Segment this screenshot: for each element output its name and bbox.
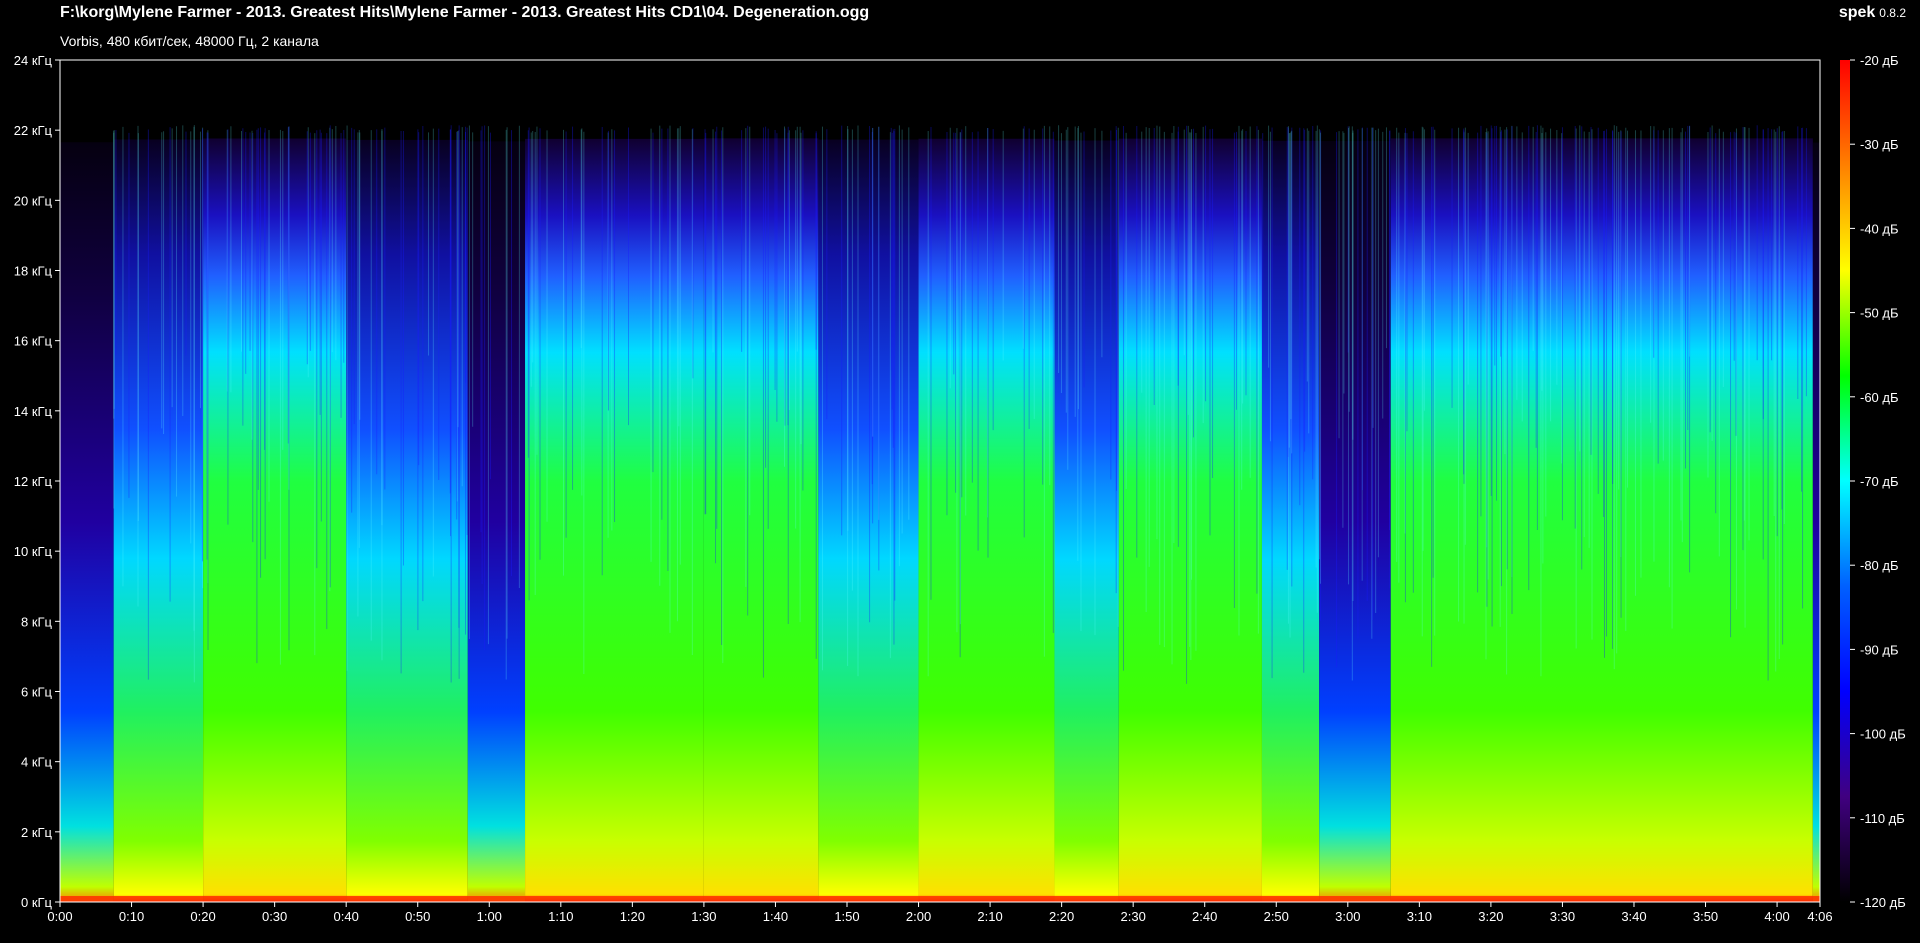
- db-tick-label: -100 дБ: [1860, 727, 1906, 742]
- db-tick-label: -40 дБ: [1860, 221, 1899, 236]
- db-color-bar: [1840, 60, 1850, 902]
- time-tick-label: 2:30: [1121, 909, 1146, 924]
- db-tick-label: -60 дБ: [1860, 390, 1899, 405]
- time-tick-label: 1:10: [548, 909, 573, 924]
- time-axis: 0:00 0:10 0:20 0:30 0:40 0:50 1:00 1:10 1:20 1:30…: [47, 902, 1833, 924]
- time-tick-label: 2:00: [906, 909, 931, 924]
- db-tick-label: -120 дБ: [1860, 895, 1906, 910]
- freq-tick-label: 6 кГц: [21, 685, 53, 700]
- time-tick-label: 1:20: [620, 909, 645, 924]
- time-tick-label: 0:10: [119, 909, 144, 924]
- freq-tick-label: 14 кГц: [14, 404, 53, 419]
- time-tick-label: 0:50: [405, 909, 430, 924]
- frequency-axis: 24 кГц 22 кГц 20 кГц 18 кГц 16 кГц 14 кГц 12 к…: [14, 53, 60, 910]
- time-tick-label: 2:20: [1049, 909, 1074, 924]
- time-tick-label: 1:50: [834, 909, 859, 924]
- freq-tick-label: 12 кГц: [14, 474, 53, 489]
- time-tick-label: 4:00: [1764, 909, 1789, 924]
- spectrogram-bass-band: [60, 896, 1820, 902]
- time-tick-label: 1:40: [763, 909, 788, 924]
- freq-tick-label: 16 кГц: [14, 334, 53, 349]
- freq-tick-label: 24 кГц: [14, 53, 53, 68]
- freq-tick-label: 10 кГц: [14, 544, 53, 559]
- time-tick-label: 3:50: [1693, 909, 1718, 924]
- time-tick-label: 3:20: [1478, 909, 1503, 924]
- time-tick-label: 1:30: [691, 909, 716, 924]
- time-tick-label: 1:00: [477, 909, 502, 924]
- spectrogram-segment: [1054, 140, 1119, 902]
- time-tick-label: 3:00: [1335, 909, 1360, 924]
- freq-tick-label: 8 кГц: [21, 614, 53, 629]
- spectrogram-segment: [113, 139, 204, 903]
- spectrogram-image: [60, 60, 1820, 903]
- db-tick-label: -110 дБ: [1860, 811, 1905, 826]
- db-color-scale: -20 дБ -30 дБ -40 дБ -50 дБ -60 дБ -70 дБ -80 …: [1840, 53, 1906, 910]
- time-tick-label: 2:50: [1264, 909, 1289, 924]
- time-tick-label: 3:10: [1407, 909, 1432, 924]
- db-tick-label: -30 дБ: [1860, 137, 1899, 152]
- spek-window: F:\korg\Mylene Farmer - 2013. Greatest H…: [0, 0, 1920, 943]
- time-tick-label: 0:40: [334, 909, 359, 924]
- time-tick-label: 0:00: [47, 909, 72, 924]
- db-tick-label: -50 дБ: [1860, 306, 1899, 321]
- spectrogram-segment: [60, 142, 114, 903]
- time-tick-label: 0:20: [190, 909, 215, 924]
- freq-tick-label: 18 кГц: [14, 264, 53, 279]
- db-tick-label: -70 дБ: [1860, 474, 1899, 489]
- spectrogram-segment: [818, 139, 919, 903]
- time-tick-label: 4:06: [1807, 909, 1832, 924]
- db-tick-label: -80 дБ: [1860, 558, 1899, 573]
- time-tick-label: 0:30: [262, 909, 287, 924]
- freq-tick-label: 4 кГц: [21, 755, 53, 770]
- spectrogram-segment: [1319, 141, 1391, 903]
- spectrogram-segment: [203, 138, 347, 903]
- freq-tick-label: 22 кГц: [14, 123, 53, 138]
- spectrogram-plot: 24 кГц 22 кГц 20 кГц 18 кГц 16 кГц 14 кГц 12 к…: [14, 53, 1906, 924]
- time-tick-label: 2:10: [977, 909, 1002, 924]
- freq-tick-label: 0 кГц: [21, 895, 53, 910]
- time-tick-label: 3:40: [1621, 909, 1646, 924]
- db-tick-label: -90 дБ: [1860, 642, 1899, 657]
- freq-tick-label: 2 кГц: [21, 825, 53, 840]
- freq-tick-label: 20 кГц: [14, 193, 53, 208]
- db-tick-label: -20 дБ: [1860, 53, 1899, 68]
- spectrogram-segment: [1812, 142, 1820, 903]
- spectrogram-segment: [467, 141, 526, 903]
- time-tick-label: 2:40: [1192, 909, 1217, 924]
- spectrogram-segment: [346, 139, 468, 903]
- time-tick-label: 3:30: [1550, 909, 1575, 924]
